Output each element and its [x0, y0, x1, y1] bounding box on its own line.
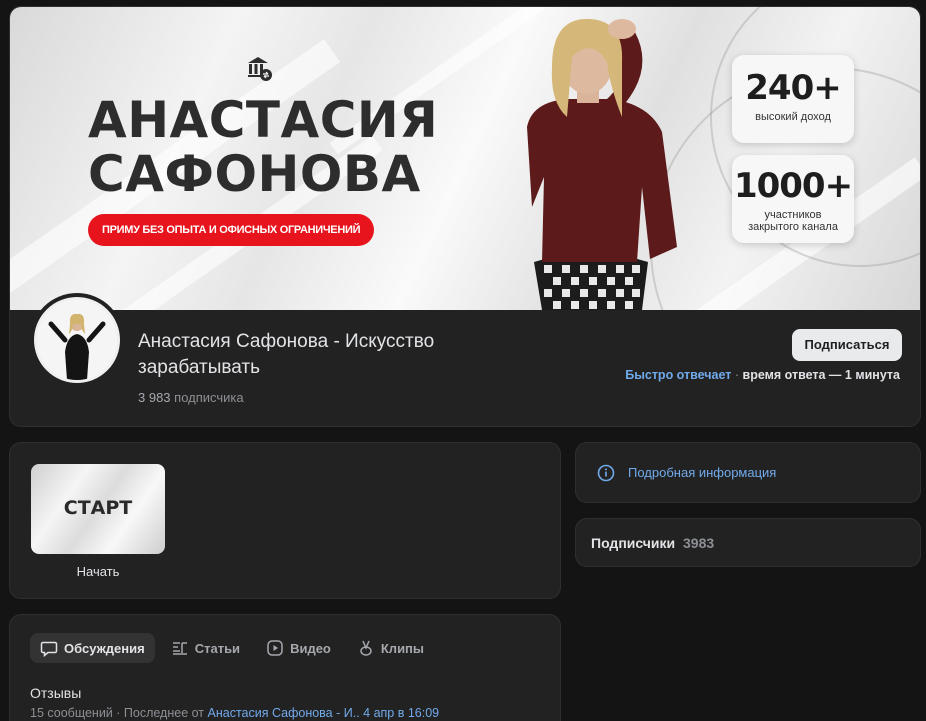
reply-status: Быстро отвечает · время ответа — 1 минут…	[625, 368, 900, 382]
video-icon	[267, 640, 283, 656]
stat-number: 1000+	[733, 166, 853, 206]
topic-title[interactable]: Отзывы	[30, 685, 81, 701]
tab-label: Клипы	[380, 640, 425, 656]
tab-label: Видео	[290, 640, 331, 656]
stat-caption: участников	[764, 209, 822, 221]
followers-card[interactable]: Подписчики 3983	[575, 518, 921, 567]
tab-discussions[interactable]: Обсуждения	[30, 633, 155, 663]
community-page: АНАСТАСИЯ САФОНОВА ПРИМУ БЕЗ ОПЫТА И ОФИ…	[0, 0, 926, 721]
start-label[interactable]: Начать	[31, 564, 165, 579]
avatar-photo	[34, 297, 120, 383]
stat-card-income: 240+ высокий доход	[732, 55, 854, 143]
topic-meta-prefix: 15 сообщений · Последнее от	[30, 706, 208, 720]
details-card[interactable]: Подробная информация	[575, 442, 921, 503]
content-tabs-card: Обсуждения Статьи Видео Клипы Отзывы 15 …	[9, 614, 561, 721]
subscriber-count-number: 3 983	[138, 390, 171, 405]
stat-caption-2: закрытого канала	[748, 221, 838, 233]
stat-card-members: 1000+ участников закрытого канала	[732, 155, 854, 243]
followers-count: 3983	[683, 535, 715, 551]
cover-title: АНАСТАСИЯ САФОНОВА	[88, 93, 438, 201]
subscribe-button[interactable]: Подписаться	[792, 329, 902, 361]
cover-person-photo	[527, 18, 677, 310]
stat-number: 240+	[745, 68, 841, 108]
subscriber-count-label: подписчика	[174, 390, 244, 405]
info-icon	[597, 464, 615, 482]
followers-label: Подписчики	[591, 535, 676, 551]
articles-icon	[172, 642, 187, 655]
cover-image: АНАСТАСИЯ САФОНОВА ПРИМУ БЕЗ ОПЫТА И ОФИ…	[10, 7, 920, 310]
subscriber-count[interactable]: 3 983 подписчика	[138, 390, 244, 405]
topic-meta: 15 сообщений · Последнее от Анастасия Са…	[30, 706, 439, 720]
start-tile[interactable]: СТАРТ	[31, 464, 165, 554]
cover-title-line2: САФОНОВА	[88, 145, 421, 203]
details-link[interactable]: Подробная информация	[628, 465, 776, 480]
avatar[interactable]	[30, 293, 124, 387]
content-tabs: Обсуждения Статьи Видео Клипы	[30, 633, 434, 663]
start-tile-text: СТАРТ	[63, 497, 133, 519]
tab-articles[interactable]: Статьи	[161, 633, 250, 663]
topic-last-date-link[interactable]: 4 апр в 16:09	[363, 706, 439, 720]
cover-title-line1: АНАСТАСИЯ	[88, 91, 439, 149]
start-widget: СТАРТ Начать	[9, 442, 561, 599]
stat-caption: высокий доход	[755, 111, 831, 123]
tab-label: Статьи	[194, 640, 241, 656]
community-header: АНАСТАСИЯ САФОНОВА ПРИМУ БЕЗ ОПЫТА И ОФИ…	[9, 6, 921, 427]
topic-last-author-link[interactable]: Анастасия Сафонова - И..	[208, 706, 360, 720]
chat-icon	[40, 641, 58, 657]
reply-time: время ответа — 1 минута	[742, 368, 900, 382]
tab-label: Обсуждения	[64, 640, 145, 656]
cover-tagline: ПРИМУ БЕЗ ОПЫТА И ОФИСНЫХ ОГРАНИЧЕНИЙ	[88, 214, 375, 246]
reply-separator: ·	[731, 368, 743, 382]
tab-video[interactable]: Видео	[256, 633, 341, 663]
clips-icon	[360, 640, 372, 656]
bank-logo-icon	[248, 57, 272, 81]
community-name: Анастасия Сафонова - Искусство зарабатыв…	[138, 331, 435, 378]
tab-clips[interactable]: Клипы	[347, 633, 434, 663]
avatar-person-icon	[37, 300, 117, 380]
reply-fast-badge[interactable]: Быстро отвечает	[625, 368, 731, 382]
